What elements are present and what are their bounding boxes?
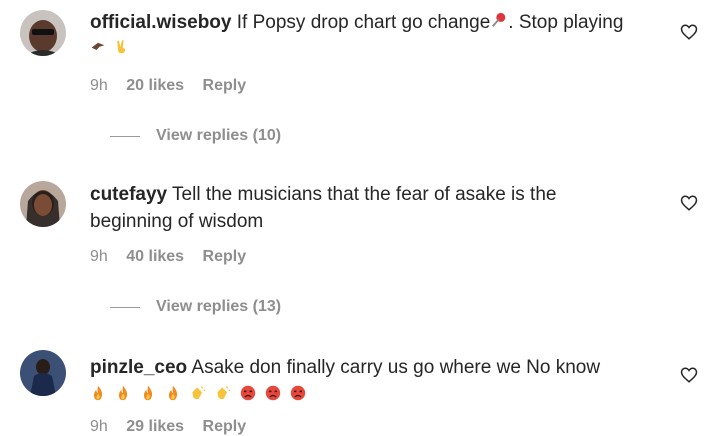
fire-emoji-icon: [94, 385, 103, 401]
avatar-cutefayy[interactable]: [20, 181, 66, 227]
comment-username[interactable]: pinzle_ceo: [90, 357, 187, 378]
like-heart-icon[interactable]: [680, 194, 698, 212]
comment-body: If Popsy drop chart go change: [236, 12, 491, 33]
pouting-face-emoji-icon: [290, 385, 306, 401]
comment-body: Asake don finally carry us go where we N…: [191, 357, 601, 378]
reply-link[interactable]: Reply: [203, 77, 247, 94]
emoji-reaction-row: [90, 385, 665, 401]
view-replies-button[interactable]: View replies (10): [110, 127, 281, 145]
fire-emoji-icon: [119, 385, 128, 401]
comment-meta: 9h 40 likes Reply: [90, 248, 260, 266]
reply-link[interactable]: Reply: [203, 418, 247, 435]
comment-time: 9h: [90, 77, 108, 94]
like-heart-icon[interactable]: [680, 23, 698, 41]
pouting-face-emoji-icon: [240, 385, 256, 401]
like-heart-icon[interactable]: [680, 366, 698, 384]
reply-link[interactable]: Reply: [203, 248, 247, 265]
comment-text: official.wiseboy If Popsy drop chart go …: [90, 9, 665, 54]
victory-hand-emoji-icon: [117, 40, 126, 54]
view-replies-label: View replies (10): [156, 127, 282, 144]
divider-line: [110, 135, 140, 137]
avatar-official-wiseboy[interactable]: [20, 10, 66, 56]
hawk-emoji-icon: [91, 42, 105, 50]
divider-line: [110, 306, 140, 308]
fire-emoji-icon: [169, 385, 178, 401]
clapping-hands-emoji-icon: [217, 386, 231, 400]
comment-body-continued: . Stop playing: [508, 12, 624, 33]
view-replies-label: View replies (13): [156, 298, 282, 315]
comment-text: cutefayy Tell the musicians that the fea…: [90, 181, 665, 235]
avatar-pinzle-ceo[interactable]: [20, 350, 66, 396]
pouting-face-emoji-icon: [265, 385, 281, 401]
pushpin-emoji-icon: [492, 12, 506, 27]
comment-time: 9h: [90, 418, 108, 435]
view-replies-button[interactable]: View replies (13): [110, 298, 281, 316]
clapping-hands-emoji-icon: [192, 386, 206, 400]
likes-count-link[interactable]: 20 likes: [126, 77, 184, 94]
comment-meta: 9h 29 likes Reply: [90, 418, 260, 436]
comment-username[interactable]: cutefayy: [90, 184, 167, 205]
likes-count-link[interactable]: 29 likes: [126, 418, 184, 435]
fire-emoji-icon: [144, 385, 153, 401]
likes-count-link[interactable]: 40 likes: [126, 248, 184, 265]
comment-body-line2: beginning of wisdom: [90, 211, 264, 232]
comment-meta: 9h 20 likes Reply: [90, 77, 260, 95]
comment-time: 9h: [90, 248, 108, 265]
comment-username[interactable]: official.wiseboy: [90, 12, 231, 33]
comment-text: pinzle_ceo Asake don finally carry us go…: [90, 354, 665, 401]
comment-body: Tell the musicians that the fear of asak…: [172, 184, 557, 205]
